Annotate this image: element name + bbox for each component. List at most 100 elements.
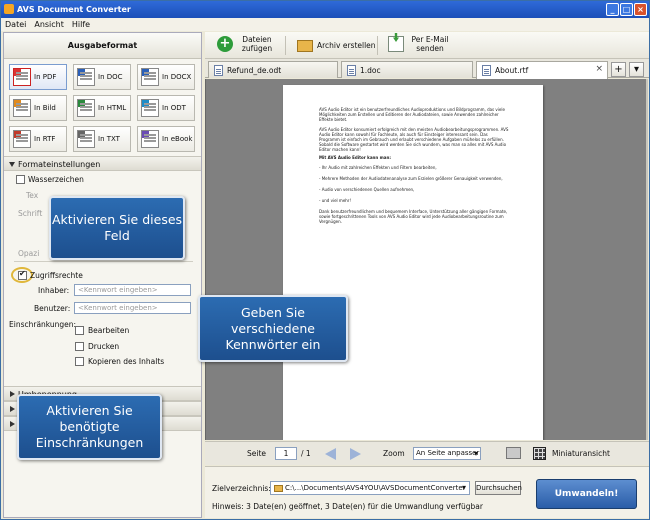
document-preview[interactable]: AVS Audio Editor ist ein benutzerfreundl… [205, 79, 646, 440]
expand-arrow-icon [10, 421, 15, 427]
maximize-button[interactable]: □ [620, 3, 633, 16]
preview-scrollbar[interactable] [646, 79, 648, 440]
opacity-label: Opazi [18, 249, 40, 258]
menu-hilfe[interactable]: Hilfe [72, 18, 90, 31]
menu-ansicht[interactable]: Ansicht [34, 18, 64, 31]
close-button[interactable]: × [634, 3, 647, 16]
print-icon[interactable] [506, 447, 521, 459]
page-label: Seite [247, 449, 267, 458]
page-total: / 1 [301, 449, 311, 458]
preview-navigation: Seite 1 / 1 Zoom An Seite anpasser Minia… [205, 441, 649, 465]
tab-label: 1.doc [360, 65, 381, 75]
create-archive-button[interactable]: Archiv erstellen [297, 39, 376, 52]
document-icon [214, 64, 223, 76]
format-button-ebook[interactable]: In eBook [137, 126, 195, 152]
format-button-pdf[interactable]: In PDF [9, 64, 67, 90]
format-grid: In PDF In DOC In DOCX In Bild In HTML In ODT I… [4, 59, 201, 156]
document-icon [482, 65, 491, 76]
window-title: AVS Document Converter [17, 5, 131, 14]
convert-button[interactable]: Umwandeln! [536, 479, 637, 509]
thumbnail-grid-icon[interactable] [533, 447, 546, 460]
format-label: In RTF [34, 135, 56, 143]
target-dir-label: Zielverzeichnis: [212, 484, 271, 493]
ebook-format-icon [141, 130, 159, 148]
doc-paragraph: - und viel mehr! [319, 198, 352, 203]
toolbar-divider [377, 36, 378, 55]
format-label: In TXT [98, 135, 120, 143]
format-button-rtf[interactable]: In RTF [9, 126, 67, 152]
user-password-input[interactable]: <Kennwort eingeben> [74, 302, 191, 314]
thumbnail-view-label[interactable]: Miniaturansicht [552, 449, 610, 458]
add-files-label: Dateien zufügen [241, 35, 273, 53]
rtf-format-icon [13, 130, 31, 148]
zoom-select[interactable]: An Seite anpasser [413, 447, 481, 460]
format-button-odt[interactable]: In ODT [137, 95, 195, 121]
txt-format-icon [77, 130, 95, 148]
format-label: In DOCX [162, 73, 192, 81]
doc-format-icon [77, 68, 95, 86]
document-page: AVS Audio Editor ist ein benutzerfreundl… [283, 85, 543, 440]
target-dir-select[interactable]: C:\...\Documents\AVS4YOU\AVSDocumentConv… [270, 481, 470, 495]
archive-folder-icon [297, 40, 313, 52]
copy-label: Kopieren des Inhalts [88, 357, 165, 366]
watermark-checkbox[interactable] [16, 175, 25, 184]
tab-label: Refund_de.odt [227, 65, 282, 75]
send-email-button[interactable]: Per E-Mail senden [388, 35, 452, 53]
tab-label: About.rtf [495, 66, 529, 75]
tab-refund-odt[interactable]: Refund_de.odt [208, 61, 338, 78]
restrictions-label: Einschränkungen: [9, 320, 77, 329]
tab-about-rtf[interactable]: About.rtf × [476, 61, 608, 79]
tab-menu-button[interactable]: ▾ [629, 62, 644, 77]
format-settings-header[interactable]: Formateinstellungen [4, 156, 201, 171]
callout-passwords: Geben Sie verschiedene Kennwörter ein [198, 295, 348, 362]
owner-label: Inhaber: [38, 286, 70, 295]
menu-bar: Datei Ansicht Hilfe [1, 18, 649, 31]
tab-1-doc[interactable]: 1.doc [341, 61, 473, 78]
format-label: In PDF [34, 73, 57, 81]
hint-text: Hinweis: 3 Date(en) geöffnet, 3 Date(en)… [212, 502, 483, 511]
expand-arrow-icon [10, 406, 15, 412]
format-button-txt[interactable]: In TXT [73, 126, 131, 152]
font-label: Schrift [18, 209, 43, 218]
format-button-bild[interactable]: In Bild [9, 95, 67, 121]
doc-paragraph: AVS Audio Editor ist ein benutzerfreundl… [319, 107, 505, 122]
bild-format-icon [13, 99, 31, 117]
format-label: In Bild [34, 104, 56, 112]
doc-paragraph: Dank benutzerfreundlichem und bequemem I… [319, 209, 508, 224]
format-button-html[interactable]: In HTML [73, 95, 131, 121]
format-label: In HTML [98, 104, 127, 112]
copy-checkbox[interactable] [75, 357, 84, 366]
print-checkbox[interactable] [75, 342, 84, 351]
minimize-button[interactable]: _ [606, 3, 619, 16]
app-window: AVS Document Converter _ □ × Datei Ansic… [0, 0, 650, 520]
next-page-arrow-icon[interactable] [350, 448, 361, 460]
doc-paragraph: - Mehrere Methoden der Audiodatenanalyse… [319, 176, 503, 181]
browse-button[interactable]: Durchsuchen [475, 481, 522, 495]
callout-restrictions: Aktivieren Sie benötigte Einschränkungen [17, 394, 162, 460]
zoom-label: Zoom [383, 449, 405, 458]
menu-datei[interactable]: Datei [5, 18, 26, 31]
add-tab-button[interactable]: + [611, 62, 626, 77]
format-label: In DOC [98, 73, 123, 81]
pdf-format-icon [13, 68, 31, 86]
doc-paragraph: - Audio von verschiedenen Quellen aufneh… [319, 187, 415, 192]
prev-page-arrow-icon[interactable] [325, 448, 336, 460]
callout-activate-field: Aktivieren Sie dieses Feld [49, 196, 185, 260]
folder-icon [274, 485, 283, 492]
edit-checkbox[interactable] [75, 326, 84, 335]
format-settings-label: Formateinstellungen [18, 160, 101, 169]
page-number-input[interactable]: 1 [275, 447, 297, 460]
create-archive-label: Archiv erstellen [317, 40, 376, 50]
print-label: Drucken [88, 342, 120, 351]
watermark-text-label: Tex [26, 191, 39, 200]
format-label: In ODT [162, 104, 186, 112]
add-files-button[interactable]: + Dateien zufügen [217, 35, 277, 53]
owner-password-input[interactable]: <Kennwort eingeben> [74, 284, 191, 296]
close-tab-icon[interactable]: × [595, 64, 603, 74]
format-button-docx[interactable]: In DOCX [137, 64, 195, 90]
html-format-icon [77, 99, 95, 117]
collapse-arrow-icon [9, 162, 15, 167]
target-dir-value: C:\...\Documents\AVS4YOU\AVSDocumentConv… [285, 484, 466, 492]
watermark-label: Wasserzeichen [28, 175, 84, 184]
format-button-doc[interactable]: In DOC [73, 64, 131, 90]
